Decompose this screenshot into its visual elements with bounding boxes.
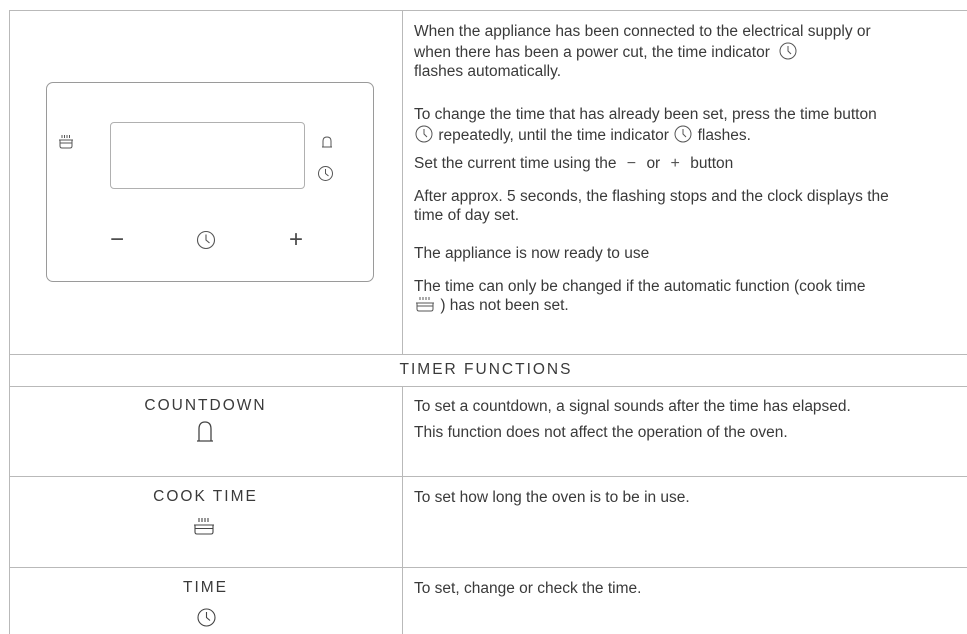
- panel-display: [110, 122, 305, 189]
- clock-icon: [318, 166, 333, 181]
- intro-text: The time can only be changed if the auto…: [414, 277, 959, 315]
- clock-icon: [415, 125, 433, 143]
- table-column-divider: [402, 386, 403, 634]
- table-row-divider: [9, 354, 967, 355]
- row-title-countdown: COUNTDOWN: [144, 397, 267, 414]
- clock-button-icon: [196, 230, 216, 250]
- row-description: To set how long the oven is to be in use…: [414, 489, 690, 506]
- section-title: TIMER FUNCTIONS: [399, 361, 573, 378]
- minus-symbol: −: [626, 155, 637, 172]
- intro-paragraph: To change the time that has already been…: [414, 106, 877, 144]
- intro-text: To change the time that has already been…: [414, 105, 959, 145]
- cook-time-icon: [416, 297, 434, 312]
- clock-icon: [674, 125, 692, 143]
- intro-text: Set the current time using the − or + bu…: [414, 154, 959, 173]
- table-border-left: [9, 10, 10, 634]
- row-description: This function does not affect the operat…: [414, 424, 788, 441]
- table-column-divider: [402, 10, 403, 354]
- cook-time-icon: [59, 135, 73, 149]
- cook-time-icon: [194, 518, 214, 535]
- intro-text: The appliance is now ready to use: [414, 244, 959, 263]
- table-row-divider: [9, 476, 967, 477]
- table-row-divider: [9, 567, 967, 568]
- clock-icon: [779, 42, 797, 60]
- plus-symbol: +: [670, 155, 680, 172]
- row-description: To set a countdown, a signal sounds afte…: [414, 398, 851, 415]
- bell-icon: [322, 136, 332, 148]
- intro-text: When the appliance has been connected to…: [414, 22, 959, 81]
- plus-button: +: [289, 226, 304, 253]
- intro-paragraph: The time can only be changed if the auto…: [414, 278, 866, 314]
- intro-paragraph: Set the current time using the − or + bu…: [414, 155, 734, 172]
- minus-button: −: [110, 226, 125, 253]
- clock-icon: [197, 608, 216, 627]
- table-row-divider: [9, 386, 967, 387]
- bell-icon: [197, 421, 213, 442]
- row-description: To set, change or check the time.: [414, 580, 642, 597]
- intro-paragraph: After approx. 5 seconds, the flashing st…: [414, 188, 889, 224]
- intro-text: After approx. 5 seconds, the flashing st…: [414, 187, 959, 225]
- table-border-top: [9, 10, 967, 11]
- row-title-time: TIME: [182, 579, 229, 596]
- row-title-cook-time: COOK TIME: [153, 488, 258, 505]
- intro-paragraph: The appliance is now ready to use: [414, 245, 650, 262]
- intro-paragraph: When the appliance has been connected to…: [414, 23, 871, 80]
